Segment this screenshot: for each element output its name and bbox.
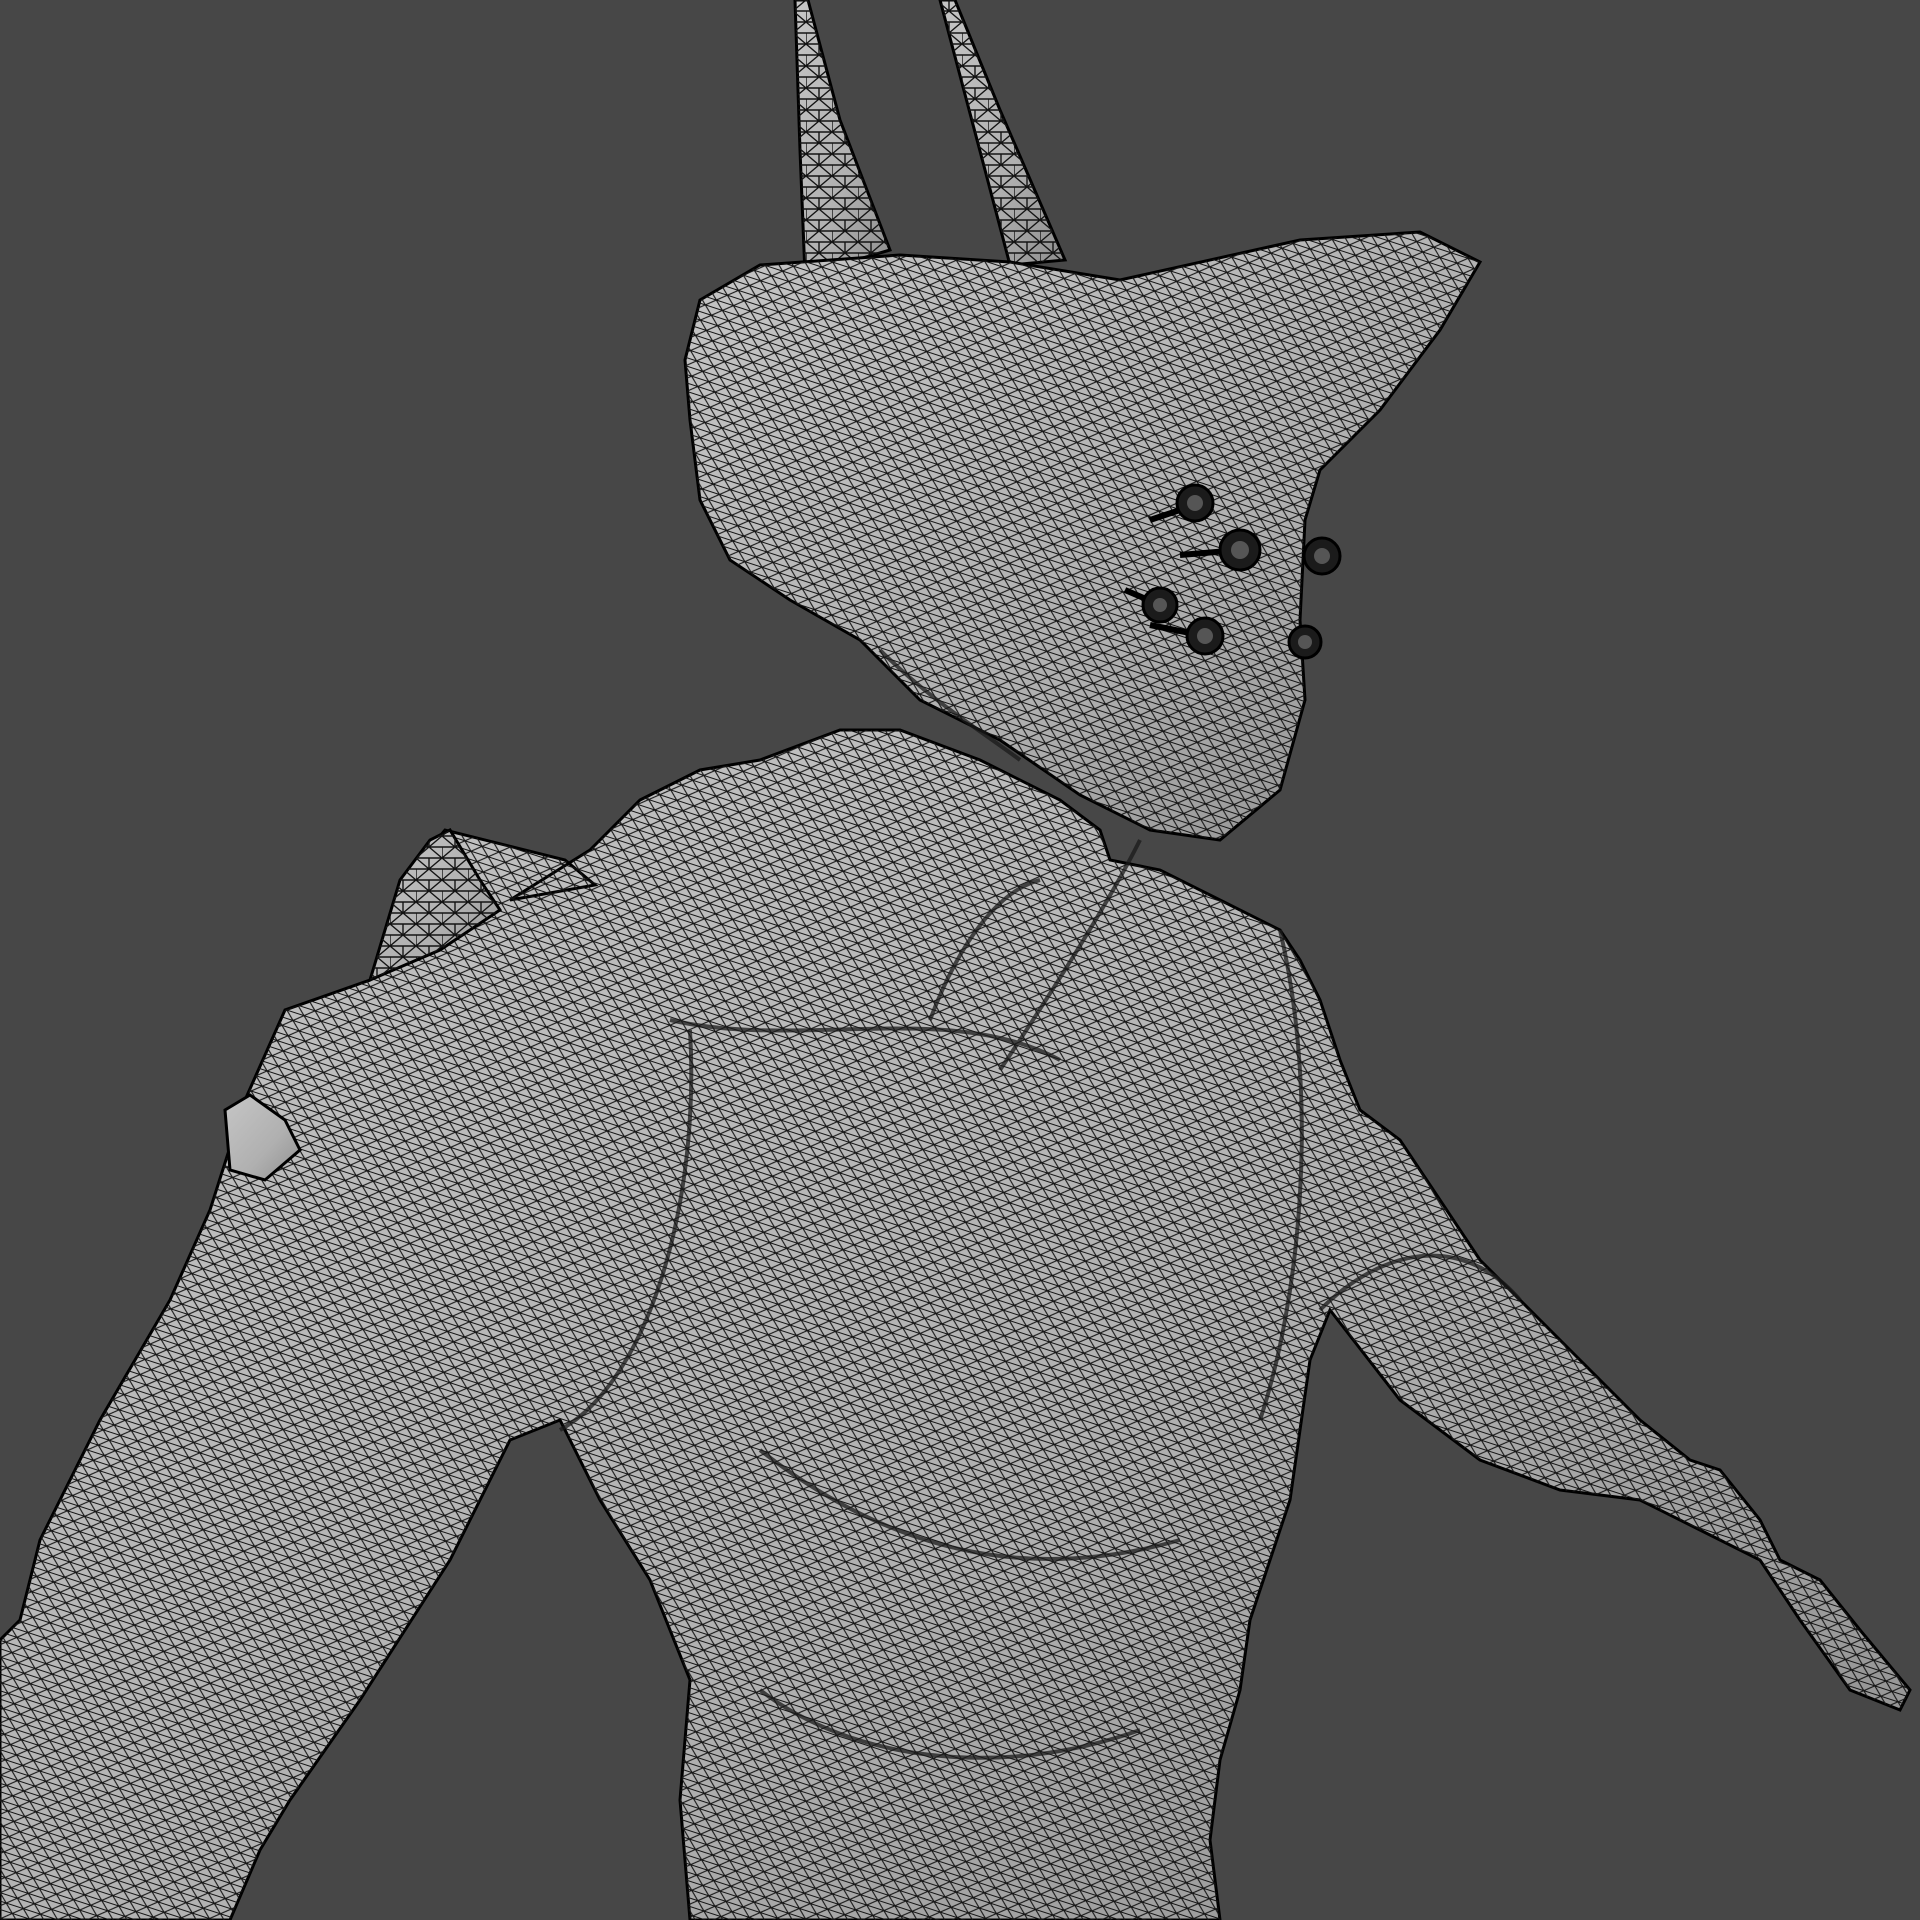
- eye: [1302, 536, 1342, 576]
- 3d-viewport: [0, 0, 1920, 1920]
- eye: [1287, 624, 1323, 660]
- wireframe-render: [0, 0, 1912, 1920]
- creature-mesh: [0, 0, 1912, 1920]
